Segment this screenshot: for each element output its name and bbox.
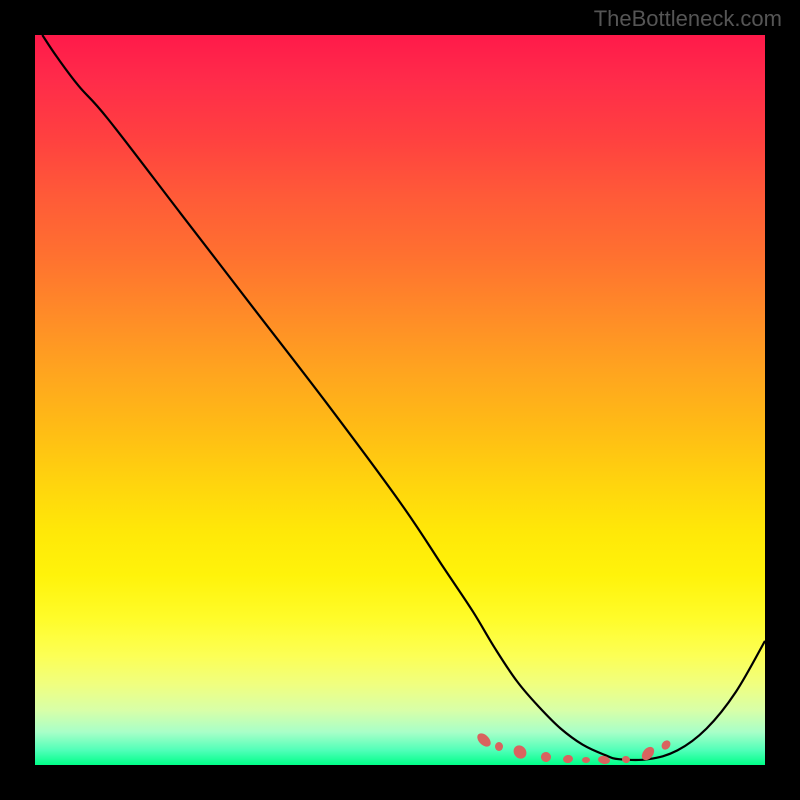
curve-svg bbox=[35, 35, 765, 765]
attribution-text: TheBottleneck.com bbox=[594, 6, 782, 32]
chart-container: TheBottleneck.com bbox=[0, 0, 800, 800]
bottleneck-curve bbox=[42, 35, 765, 760]
curve-marker bbox=[495, 742, 503, 751]
curve-marker bbox=[582, 757, 590, 763]
plot-area bbox=[35, 35, 765, 765]
